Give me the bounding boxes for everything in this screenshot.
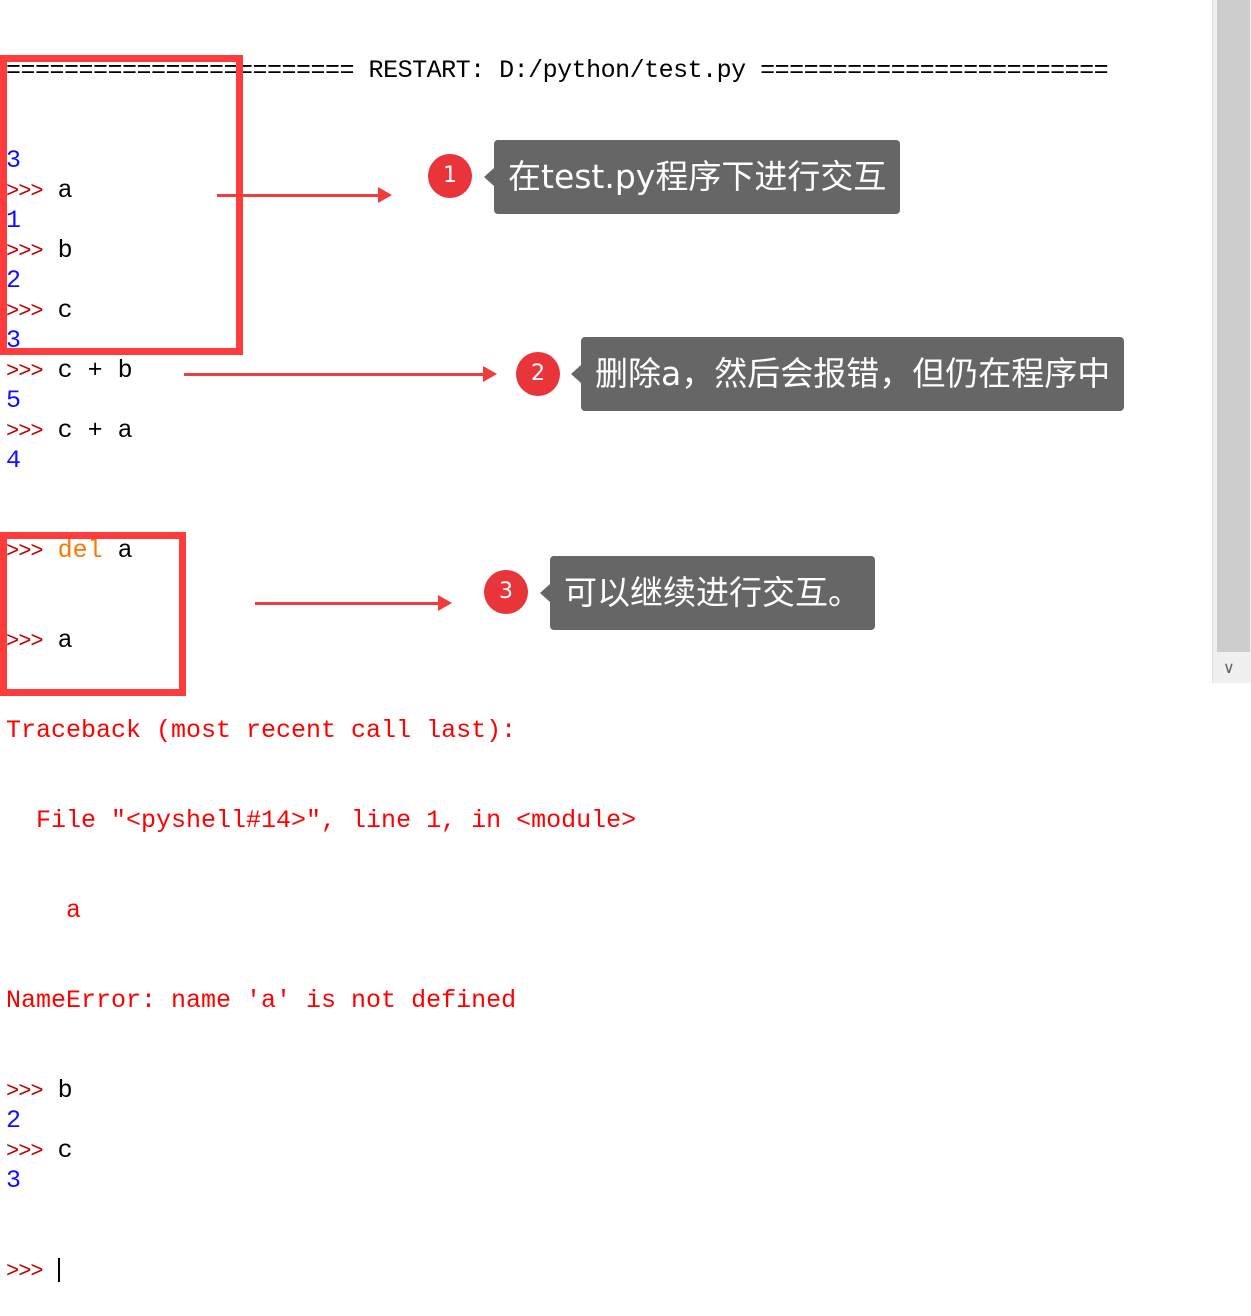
chevron-down-icon[interactable]: ∨ [1223,658,1235,677]
text-cursor [57,1258,60,1283]
output-line: 2 [6,1106,22,1135]
arrow-3 [255,595,452,611]
current-prompt-line[interactable]: >>> [6,1256,1211,1286]
prompt: >>> [6,419,44,444]
input-text: c + b [57,356,133,385]
output-line: 4 [6,446,22,475]
input-text: b [57,1076,73,1105]
step-badge-1: 1 [428,154,472,198]
arrow-2 [184,366,497,382]
scrollbar-thumb[interactable] [1217,0,1250,652]
input-text: c [57,1136,73,1165]
input-line: >>> b [6,1076,1211,1106]
input-text: c + a [57,416,133,445]
vertical-scrollbar[interactable]: ∨ [1212,0,1251,683]
step-badge-3: 3 [484,570,528,614]
annotation-callout-2: 删除a，然后会报错，但仍在程序中 [570,337,1125,411]
annotation-callout-3: 可以继续进行交互。 [540,556,875,630]
input-line: >>> c + a [6,416,1211,446]
prompt: >>> [6,1259,44,1284]
output-line: 3 [6,1166,22,1195]
step-badge-2: 2 [516,352,560,396]
input-line: >>> a [6,626,1211,656]
highlight-box-3 [0,532,186,696]
prompt: >>> [6,359,44,384]
input-line: >>> c [6,1136,1211,1166]
annotation-callout-1: 在test.py程序下进行交互 [483,140,901,214]
traceback-line: Traceback (most recent call last): [6,716,517,745]
highlight-box-1 [0,55,243,355]
traceback-line: NameError: name 'a' is not defined [6,986,517,1015]
traceback-line: File "<pyshell#14>", line 1, in <module> [6,806,637,835]
traceback-line: a [6,896,82,925]
prompt: >>> [6,1139,44,1164]
arrow-1 [217,187,392,203]
prompt: >>> [6,1079,44,1104]
